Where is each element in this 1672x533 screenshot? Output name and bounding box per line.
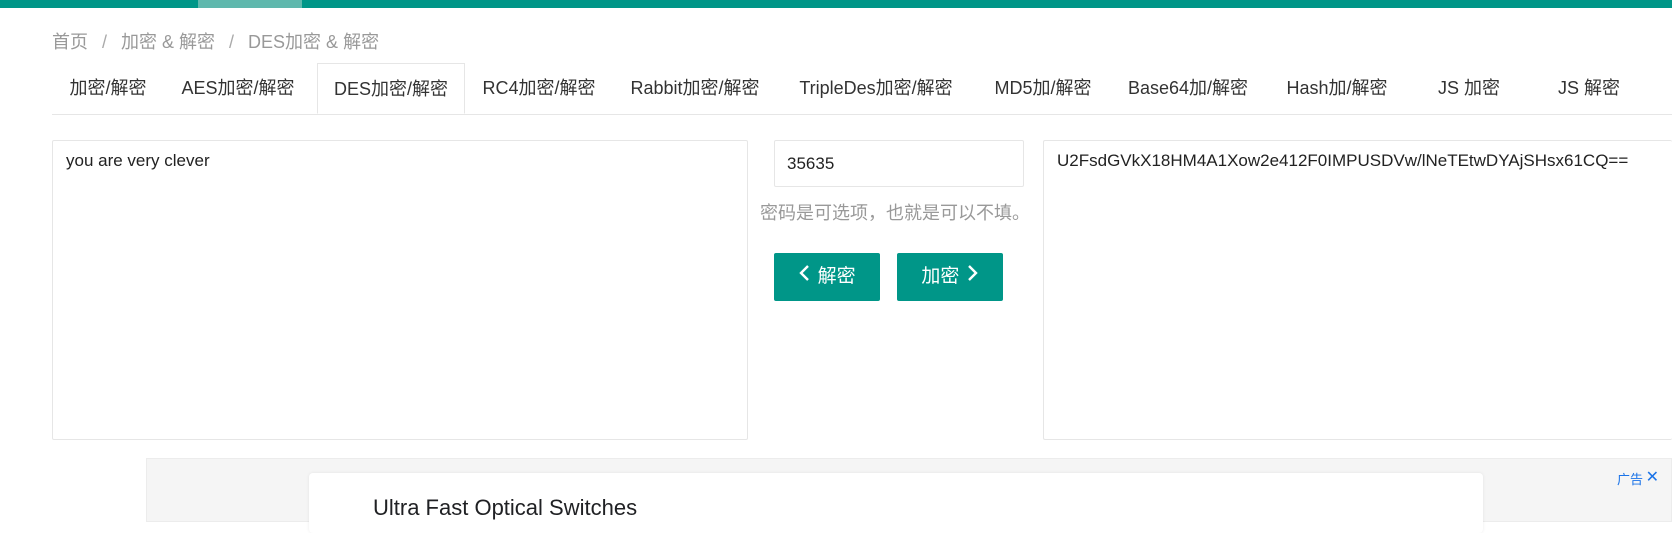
breadcrumb-separator: / (229, 32, 235, 52)
password-input[interactable]: 35635 (774, 140, 1024, 187)
password-hint: 密码是可选项，也就是可以不填。 (760, 203, 1030, 223)
tab-des[interactable]: DES加密/解密 (317, 63, 465, 114)
top-accent-bar-active (198, 0, 302, 8)
breadcrumb: 首页 / 加密 & 解密 / DES加密 & 解密 (52, 28, 379, 54)
plaintext-value: you are very clever (66, 151, 210, 170)
tab-base64[interactable]: Base64加/解密 (1111, 63, 1265, 113)
ad-label[interactable]: 广告 (1617, 469, 1643, 488)
tab-js-decrypt[interactable]: JS 解密 (1529, 63, 1649, 113)
tab-bar: 加密/解密 AES加密/解密 DES加密/解密 RC4加密/解密 Rabbit加… (52, 63, 1672, 115)
ad-card[interactable]: Ultra Fast Optical Switches (309, 473, 1483, 533)
chevron-left-icon (798, 253, 812, 301)
encrypt-button-label: 加密 (921, 266, 960, 288)
close-icon[interactable]: ✕ (1646, 467, 1659, 487)
tab-tripledes[interactable]: TripleDes加密/解密 (777, 63, 975, 113)
tab-md5[interactable]: MD5加/解密 (975, 63, 1111, 113)
tab-rabbit[interactable]: Rabbit加密/解密 (613, 63, 777, 113)
encrypt-button[interactable]: 加密 (897, 253, 1003, 301)
tab-hash[interactable]: Hash加/解密 (1265, 63, 1409, 113)
plaintext-textarea[interactable]: you are very clever (52, 140, 748, 440)
breadcrumb-separator: / (102, 32, 108, 52)
chevron-right-icon (965, 253, 979, 301)
tab-rc4[interactable]: RC4加密/解密 (465, 63, 613, 113)
breadcrumb-current: DES加密 & 解密 (248, 32, 380, 52)
ad-title[interactable]: Ultra Fast Optical Switches (373, 495, 637, 521)
ciphertext-value: U2FsdGVkX18HM4A1Xow2e412F0IMPUSDVw/lNeTE… (1057, 151, 1629, 170)
password-value: 35635 (787, 154, 835, 173)
ciphertext-textarea[interactable]: U2FsdGVkX18HM4A1Xow2e412F0IMPUSDVw/lNeTE… (1043, 140, 1672, 440)
breadcrumb-encrypt-decrypt[interactable]: 加密 & 解密 (121, 32, 215, 52)
tab-encrypt-decrypt[interactable]: 加密/解密 (52, 63, 164, 113)
tab-aes[interactable]: AES加密/解密 (164, 63, 312, 113)
decrypt-button-label: 解密 (817, 266, 856, 288)
ad-banner: Ultra Fast Optical Switches 广告 ✕ (146, 458, 1672, 533)
decrypt-button[interactable]: 解密 (774, 253, 880, 301)
breadcrumb-home[interactable]: 首页 (52, 32, 88, 52)
tab-js-encrypt[interactable]: JS 加密 (1409, 63, 1529, 113)
